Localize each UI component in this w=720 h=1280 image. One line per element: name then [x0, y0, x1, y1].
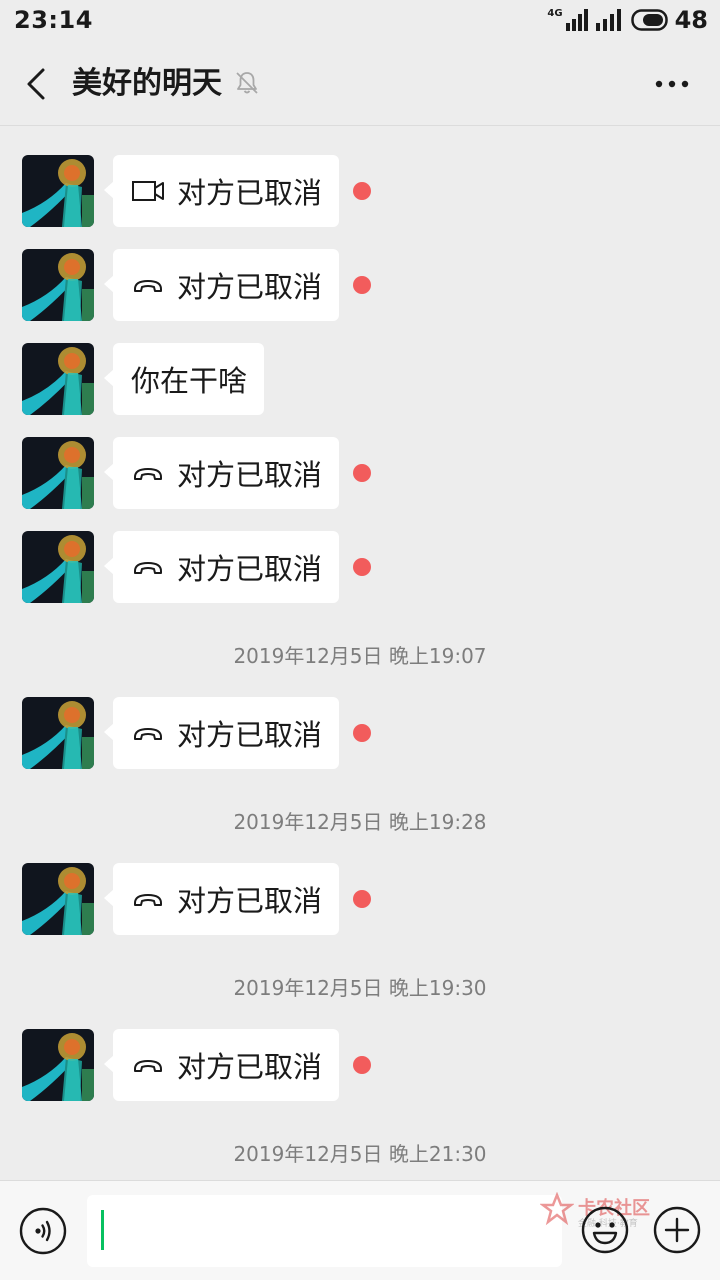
message-bubble[interactable]: 对方已取消 [113, 249, 340, 321]
signal-icon [565, 9, 588, 31]
battery-level: 48 [674, 6, 708, 34]
phone-hangup-icon [134, 894, 162, 906]
message-bubble[interactable]: 对方已取消 [113, 697, 340, 769]
message-row: 对方已取消 [22, 155, 372, 227]
message-bubble[interactable]: 对方已取消 [113, 155, 340, 227]
message-bubble[interactable]: 对方已取消 [113, 863, 340, 935]
avatar[interactable] [22, 343, 94, 415]
voice-input-icon[interactable] [19, 1207, 67, 1255]
avatar[interactable] [22, 531, 94, 603]
message-bubble[interactable]: 对方已取消 [113, 1029, 340, 1101]
message-text: 你在干啥 [131, 364, 248, 398]
unread-dot [353, 724, 372, 742]
message-row: 对方已取消 [22, 531, 372, 603]
avatar[interactable] [22, 155, 94, 227]
phone-hangup-icon [134, 468, 162, 480]
message-input[interactable] [87, 1195, 562, 1267]
phone-hangup-icon [134, 562, 162, 574]
message-row: 对方已取消 [22, 697, 372, 769]
phone-hangup-icon [134, 728, 162, 740]
unread-dot [353, 182, 372, 200]
message-row: 对方已取消 [22, 863, 372, 935]
signal-icon-secondary [595, 9, 621, 31]
message-text: 对方已取消 [177, 552, 323, 586]
battery-icon [630, 9, 668, 31]
unread-dot [353, 464, 372, 482]
message-text: 对方已取消 [177, 176, 323, 210]
avatar-image [22, 343, 94, 415]
message-bubble[interactable]: 你在干啥 [113, 343, 265, 415]
back-button[interactable] [16, 62, 56, 106]
text-cursor [101, 1210, 104, 1250]
watermark-logo-icon [539, 1191, 575, 1226]
message-row: 你在干啥 [22, 343, 265, 415]
phone-hangup-icon [134, 1060, 162, 1072]
message-bubble[interactable]: 对方已取消 [113, 531, 340, 603]
video-camera-icon [132, 181, 164, 201]
avatar-image [22, 437, 94, 509]
status-bar: 23:14 4G 48 [0, 0, 720, 40]
message-text: 对方已取消 [177, 718, 323, 752]
unread-dot [353, 276, 372, 294]
avatar-image [22, 863, 94, 935]
unread-dot [353, 1056, 372, 1074]
phone-hangup-icon [134, 280, 162, 292]
avatar-image [22, 1029, 94, 1101]
avatar[interactable] [22, 437, 94, 509]
avatar[interactable] [22, 863, 94, 935]
timestamp: 2019年12月5日 晚上19:28 [233, 810, 487, 834]
message-row: 对方已取消 [22, 437, 372, 509]
more-horizontal-icon [655, 80, 689, 88]
avatar-image [22, 531, 94, 603]
avatar[interactable] [22, 697, 94, 769]
timestamp: 2019年12月5日 晚上19:07 [233, 644, 487, 668]
unread-dot [353, 558, 372, 576]
message-text: 对方已取消 [177, 884, 323, 918]
network-type-label: 4G [547, 7, 563, 19]
message-row: 对方已取消 [22, 249, 372, 321]
chat-header: 美好的明天 [0, 40, 720, 126]
message-text: 对方已取消 [177, 1050, 323, 1084]
message-text: 对方已取消 [177, 270, 323, 304]
avatar-image [22, 249, 94, 321]
avatar[interactable] [22, 1029, 94, 1101]
status-icons: 4G 48 [547, 6, 708, 34]
chevron-left-icon [27, 68, 45, 100]
bell-muted-icon [236, 72, 258, 94]
timestamp: 2019年12月5日 晚上19:30 [233, 976, 487, 1000]
timestamp: 2019年12月5日 晚上21:30 [233, 1142, 487, 1166]
message-bubble[interactable]: 对方已取消 [113, 437, 340, 509]
message-row: 对方已取消 [22, 1029, 372, 1101]
add-more-button-icon[interactable] [653, 1206, 701, 1254]
status-time: 23:14 [14, 6, 93, 34]
avatar-image [22, 697, 94, 769]
unread-dot [353, 890, 372, 908]
avatar-image [22, 155, 94, 227]
more-options-button[interactable] [652, 62, 692, 106]
chat-title: 美好的明天 [72, 66, 222, 101]
avatar[interactable] [22, 249, 94, 321]
emoji-button-icon[interactable] [581, 1206, 629, 1254]
message-text: 对方已取消 [177, 458, 323, 492]
